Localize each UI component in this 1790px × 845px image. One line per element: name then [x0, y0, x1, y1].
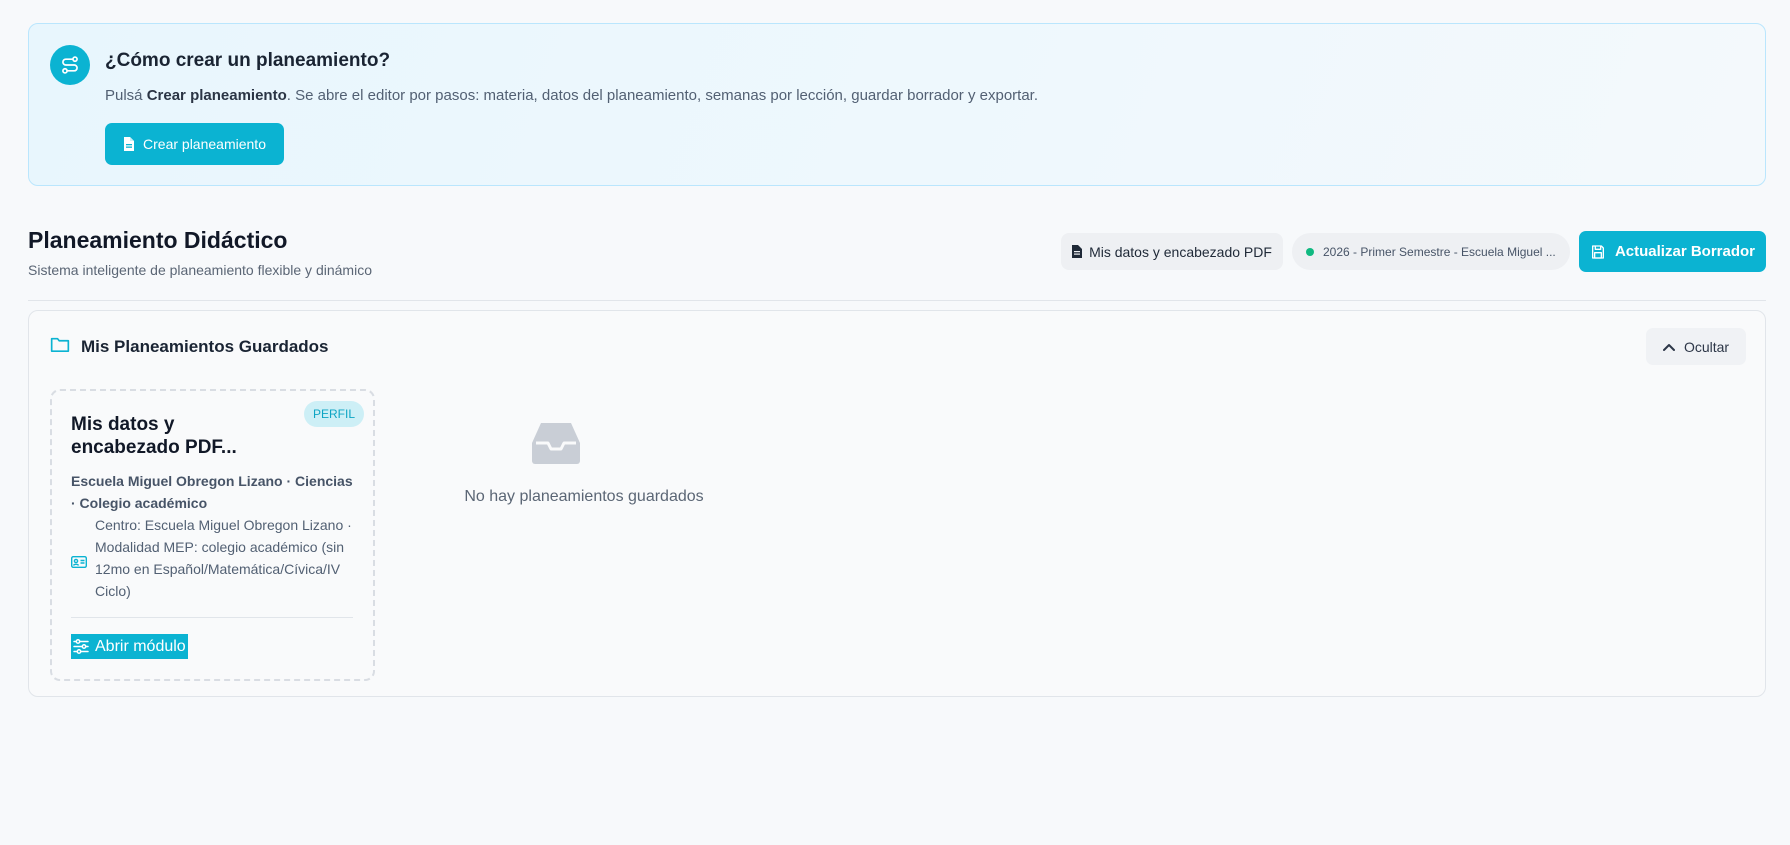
document-icon: [123, 137, 135, 151]
card-subtitle: Escuela Miguel Obregon Lizano · Ciencias…: [71, 473, 353, 511]
create-plan-label: Crear planeamiento: [143, 136, 266, 152]
help-text-bold: Crear planeamiento: [146, 87, 287, 104]
file-icon: [1072, 245, 1083, 258]
card-title: Mis datos y encabezado PDF...: [71, 414, 237, 458]
update-draft-label: Actualizar Borrador: [1614, 243, 1756, 260]
help-text-suffix: . Se abre el editor por pasos: materia, …: [286, 87, 1039, 104]
folder-icon: [50, 336, 70, 353]
update-draft-button[interactable]: Actualizar Borrador: [1579, 231, 1766, 272]
page-subtitle: Sistema inteligente de planeamiento flex…: [28, 262, 372, 278]
hide-button[interactable]: Ocultar: [1646, 328, 1746, 365]
help-text-prefix: Pulsá: [105, 87, 147, 104]
help-banner: ¿Cómo crear un planeamiento? Pulsá Crear…: [28, 23, 1766, 186]
create-plan-button[interactable]: Crear planeamiento: [105, 123, 284, 165]
status-dot: [1306, 247, 1314, 256]
card-description: Centro: Escuela Miguel Obregon Lizano · …: [95, 517, 352, 599]
route-icon: [50, 45, 90, 85]
help-title: ¿Cómo crear un planeamiento?: [105, 50, 391, 71]
saved-plans-title: Mis Planeamientos Guardados: [81, 337, 329, 356]
profile-badge: PERFIL: [304, 401, 364, 427]
help-text: Pulsá Crear planeamiento. Se abre el edi…: [105, 87, 1038, 104]
card-separator: [71, 617, 353, 618]
period-label: 2026 - Primer Semestre - Escuela Miguel …: [1323, 244, 1556, 259]
save-icon: [1590, 244, 1606, 260]
profile-card: PERFIL Mis datos y encabezado PDF... Esc…: [50, 389, 375, 681]
period-selector[interactable]: 2026 - Primer Semestre - Escuela Miguel …: [1292, 233, 1570, 270]
profile-pdf-button[interactable]: Mis datos y encabezado PDF: [1061, 233, 1283, 270]
chevron-up-icon: [1662, 343, 1675, 351]
saved-plans-panel: Mis Planeamientos Guardados Ocultar PERF…: [28, 310, 1766, 697]
sliders-icon: [73, 639, 89, 654]
id-card-icon: [71, 556, 87, 568]
empty-state-text: No hay planeamientos guardados: [464, 488, 704, 505]
page-title: Planeamiento Didáctico: [28, 227, 288, 253]
inbox-icon: [531, 421, 581, 465]
open-module-link[interactable]: Abrir módulo: [71, 634, 188, 659]
header-divider: [28, 300, 1766, 301]
hide-label: Ocultar: [1683, 338, 1730, 355]
profile-pdf-label: Mis datos y encabezado PDF: [1089, 243, 1272, 260]
open-module-label: Abrir módulo: [95, 637, 186, 655]
